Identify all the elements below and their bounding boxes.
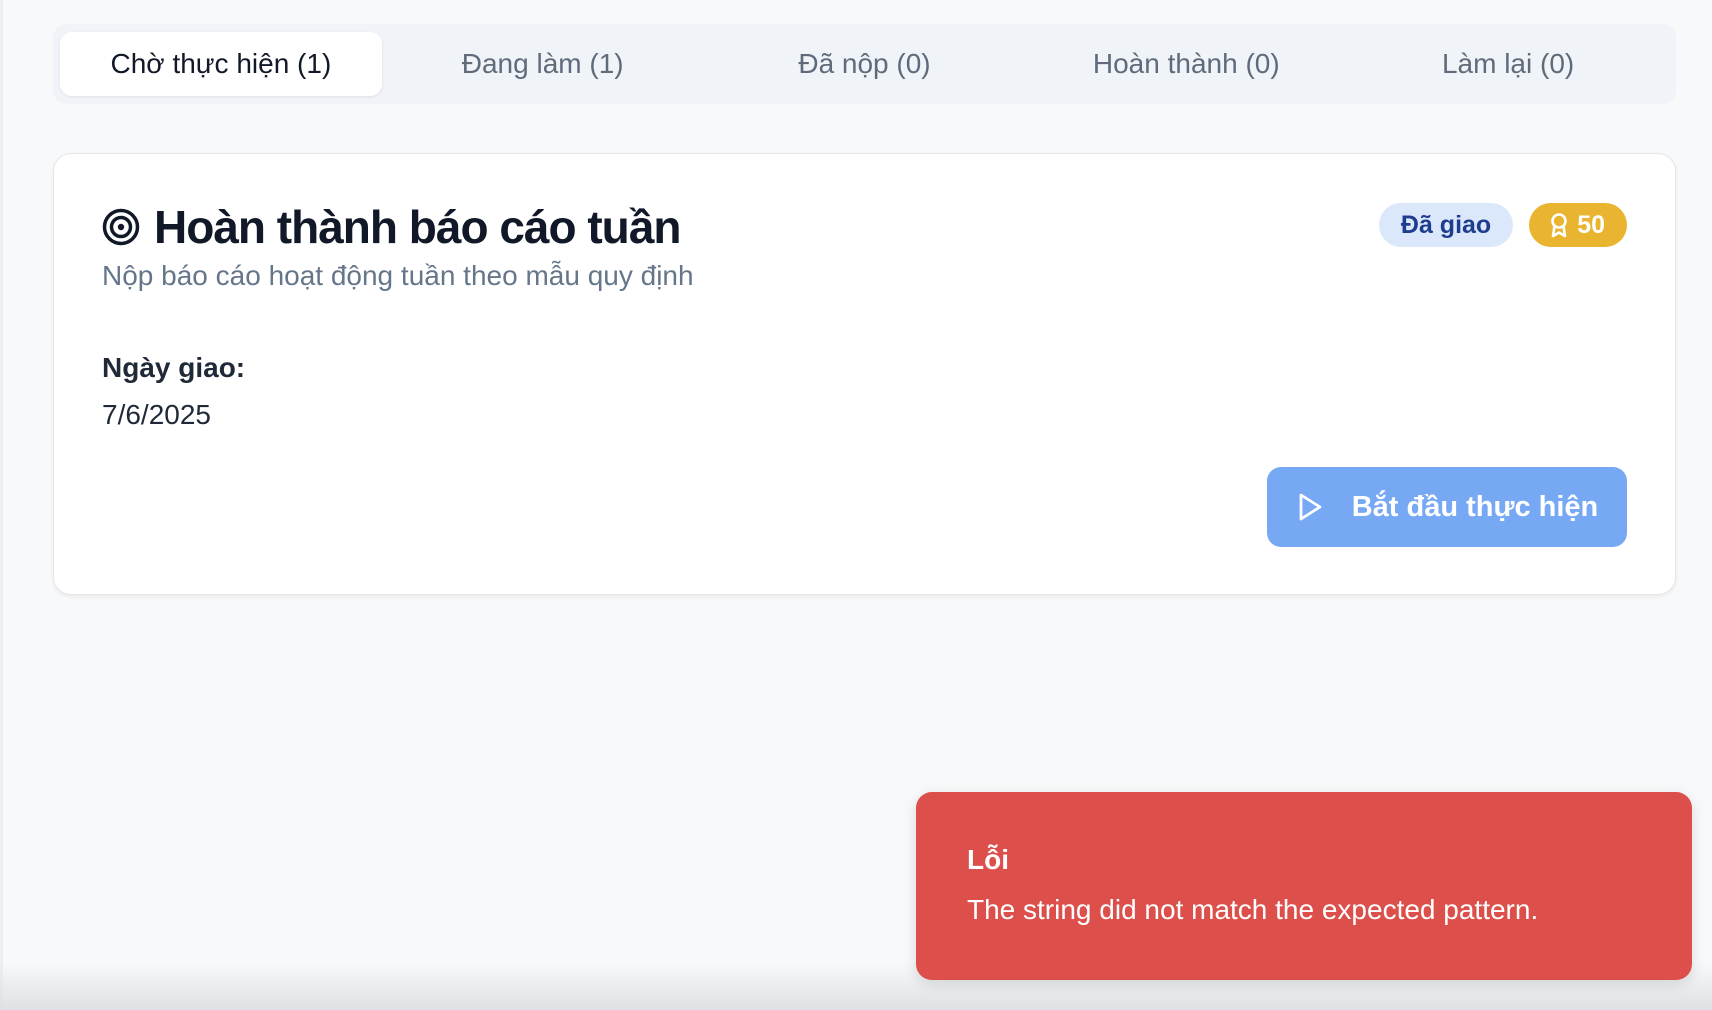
task-status-tabs: Chờ thực hiện (1) Đang làm (1) Đã nộp (0…: [53, 24, 1676, 104]
tab-pending[interactable]: Chờ thực hiện (1): [60, 32, 382, 96]
start-task-label: Bắt đầu thực hiện: [1351, 490, 1599, 523]
task-card: Hoàn thành báo cáo tuần Nộp báo cáo hoạt…: [53, 153, 1676, 595]
status-badge: Đã giao: [1378, 203, 1514, 247]
assigned-date-label: Ngày giao:: [102, 352, 246, 383]
tab-redo[interactable]: Làm lại (0): [1347, 32, 1669, 96]
points-badge: 50: [1529, 203, 1627, 247]
task-badges: Đã giao 50: [1378, 203, 1627, 247]
window-edge: [0, 0, 3, 1010]
tab-in-progress[interactable]: Đang làm (1): [382, 32, 704, 96]
tab-submitted[interactable]: Đã nộp (0): [704, 32, 1026, 96]
task-title: Hoàn thành báo cáo tuần: [154, 201, 681, 253]
tab-completed[interactable]: Hoàn thành (0): [1025, 32, 1347, 96]
error-toast[interactable]: Lỗi The string did not match the expecte…: [916, 792, 1692, 980]
toast-message: The string did not match the expected pa…: [967, 894, 1539, 925]
start-task-button[interactable]: Bắt đầu thực hiện: [1267, 467, 1627, 547]
task-description: Nộp báo cáo hoạt động tuần theo mẫu quy …: [102, 260, 694, 291]
task-title-row: Hoàn thành báo cáo tuần: [102, 200, 681, 254]
award-icon: [1549, 212, 1569, 238]
points-value: 50: [1577, 210, 1605, 239]
target-icon: [102, 208, 140, 246]
toast-title: Lỗi: [967, 844, 1009, 875]
play-icon: [1296, 492, 1324, 522]
assigned-date-value: 7/6/2025: [102, 399, 211, 430]
